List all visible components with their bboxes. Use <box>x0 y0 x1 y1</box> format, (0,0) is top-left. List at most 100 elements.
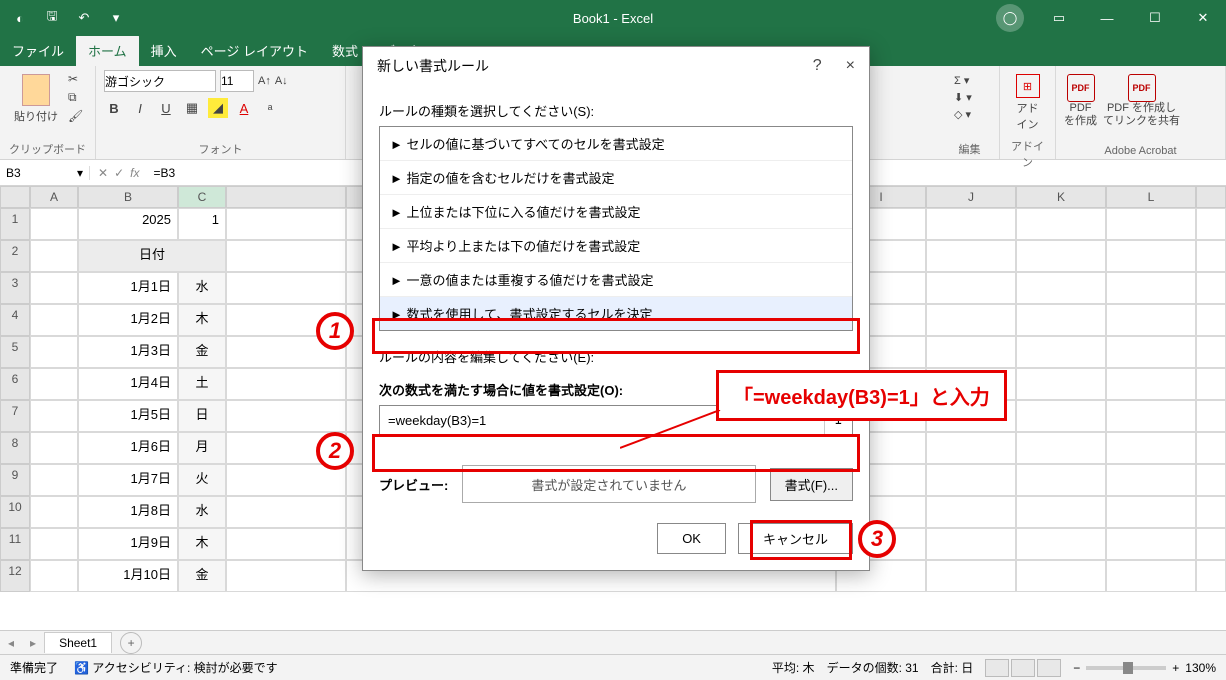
cell[interactable] <box>1196 496 1226 528</box>
rule-type-topbottom[interactable]: ► 上位または下位に入る値だけを書式設定 <box>380 195 852 229</box>
cell[interactable] <box>1196 186 1226 208</box>
cell[interactable]: B <box>78 186 178 208</box>
cell[interactable] <box>226 336 346 368</box>
addins-button[interactable]: ⊞ アド イン <box>1008 70 1047 136</box>
cell[interactable] <box>30 368 78 400</box>
cell[interactable]: 金 <box>178 560 226 592</box>
cell[interactable]: 10 <box>0 496 30 528</box>
cell[interactable] <box>1016 464 1106 496</box>
rule-type-formula[interactable]: ► 数式を使用して、書式設定するセルを決定 <box>380 297 852 330</box>
font-name-select[interactable] <box>104 70 216 92</box>
cell[interactable] <box>926 336 1016 368</box>
cell[interactable] <box>30 560 78 592</box>
cell[interactable] <box>1196 272 1226 304</box>
cell[interactable] <box>226 272 346 304</box>
font-color-icon[interactable]: A <box>234 98 254 118</box>
cell[interactable]: 火 <box>178 464 226 496</box>
cell[interactable]: 水 <box>178 272 226 304</box>
name-dropdown-icon[interactable]: ▾ <box>77 166 83 180</box>
cell[interactable]: 2025 <box>78 208 178 240</box>
cell[interactable] <box>1196 560 1226 592</box>
sheet-nav-next[interactable]: ▸ <box>22 636 44 650</box>
cell[interactable] <box>30 272 78 304</box>
zoom-slider[interactable] <box>1086 666 1166 670</box>
cell[interactable]: 1月9日 <box>78 528 178 560</box>
cell[interactable]: 1月4日 <box>78 368 178 400</box>
sheet-nav-prev[interactable]: ◂ <box>0 636 22 650</box>
cell[interactable] <box>30 432 78 464</box>
zoom-level[interactable]: 130% <box>1185 661 1216 675</box>
cell[interactable] <box>1016 304 1106 336</box>
minimize-icon[interactable]: — <box>1084 0 1130 36</box>
undo-icon[interactable]: ↶ <box>70 4 98 32</box>
cell[interactable]: 11 <box>0 528 30 560</box>
cell[interactable] <box>1016 528 1106 560</box>
cell[interactable] <box>1016 432 1106 464</box>
cell[interactable]: 1 <box>178 208 226 240</box>
cell[interactable] <box>30 464 78 496</box>
cell[interactable] <box>926 496 1016 528</box>
bold-button[interactable]: B <box>104 98 124 118</box>
grow-font-icon[interactable]: A↑ <box>258 75 271 87</box>
border-icon[interactable]: ▦ <box>182 98 202 118</box>
sheet-tab[interactable]: Sheet1 <box>44 632 112 653</box>
cut-icon[interactable]: ✂ <box>68 72 83 86</box>
cell[interactable]: 1月5日 <box>78 400 178 432</box>
cell[interactable]: C <box>178 186 226 208</box>
cell[interactable] <box>926 528 1016 560</box>
cell[interactable] <box>1196 400 1226 432</box>
cell[interactable] <box>226 560 346 592</box>
formula-input-field[interactable] <box>380 406 824 434</box>
cell[interactable] <box>1106 336 1196 368</box>
cell[interactable]: 金 <box>178 336 226 368</box>
shrink-font-icon[interactable]: A↓ <box>275 75 288 87</box>
qa-dropdown-icon[interactable]: ▾ <box>102 4 130 32</box>
cell[interactable]: 木 <box>178 528 226 560</box>
rule-type-unique[interactable]: ► 一意の値または重複する値だけを書式設定 <box>380 263 852 297</box>
font-size-select[interactable] <box>220 70 254 92</box>
cell[interactable]: 土 <box>178 368 226 400</box>
dialog-help-button[interactable]: ? <box>813 57 822 75</box>
pagelayout-view-button[interactable] <box>1011 659 1035 677</box>
rule-type-average[interactable]: ► 平均より上または下の値だけを書式設定 <box>380 229 852 263</box>
enter-formula-icon[interactable]: ✓ <box>114 166 124 180</box>
cell[interactable] <box>1196 368 1226 400</box>
cell[interactable] <box>226 304 346 336</box>
cell[interactable] <box>926 560 1016 592</box>
cell[interactable] <box>226 528 346 560</box>
cell[interactable] <box>926 400 1016 432</box>
cell[interactable] <box>926 304 1016 336</box>
name-box[interactable]: B3 ▾ <box>0 166 90 180</box>
cell[interactable]: 2 <box>0 240 30 272</box>
italic-button[interactable]: I <box>130 98 150 118</box>
add-sheet-button[interactable]: + <box>120 632 142 654</box>
paste-button[interactable]: 貼り付け <box>8 70 64 128</box>
cell[interactable] <box>926 368 1016 400</box>
cell[interactable] <box>1106 560 1196 592</box>
range-picker-icon[interactable]: ↥ <box>824 406 852 434</box>
autosave-toggle[interactable]: ◐ <box>6 4 34 32</box>
close-icon[interactable]: ✕ <box>1180 0 1226 36</box>
cell[interactable]: 1月1日 <box>78 272 178 304</box>
cell[interactable]: 12 <box>0 560 30 592</box>
cell[interactable]: 5 <box>0 336 30 368</box>
cell[interactable] <box>926 240 1016 272</box>
cell[interactable] <box>926 208 1016 240</box>
cell[interactable] <box>226 464 346 496</box>
cell[interactable] <box>30 240 78 272</box>
zoom-in-button[interactable]: + <box>1172 661 1179 675</box>
ribbon-display-icon[interactable]: ▭ <box>1036 0 1082 36</box>
rule-type-cellvalue[interactable]: ► セルの値に基づいてすべてのセルを書式設定 <box>380 127 852 161</box>
cell[interactable] <box>926 432 1016 464</box>
cell[interactable] <box>1016 240 1106 272</box>
account-icon[interactable]: ◯ <box>996 4 1024 32</box>
ok-button[interactable]: OK <box>657 523 726 554</box>
cell[interactable]: K <box>1016 186 1106 208</box>
dialog-close-button[interactable]: × <box>846 57 855 75</box>
cell[interactable] <box>226 186 346 208</box>
cell[interactable] <box>1106 240 1196 272</box>
cell[interactable] <box>1196 432 1226 464</box>
cell[interactable]: 9 <box>0 464 30 496</box>
cell[interactable] <box>1016 560 1106 592</box>
format-button[interactable]: 書式(F)... <box>770 468 853 501</box>
